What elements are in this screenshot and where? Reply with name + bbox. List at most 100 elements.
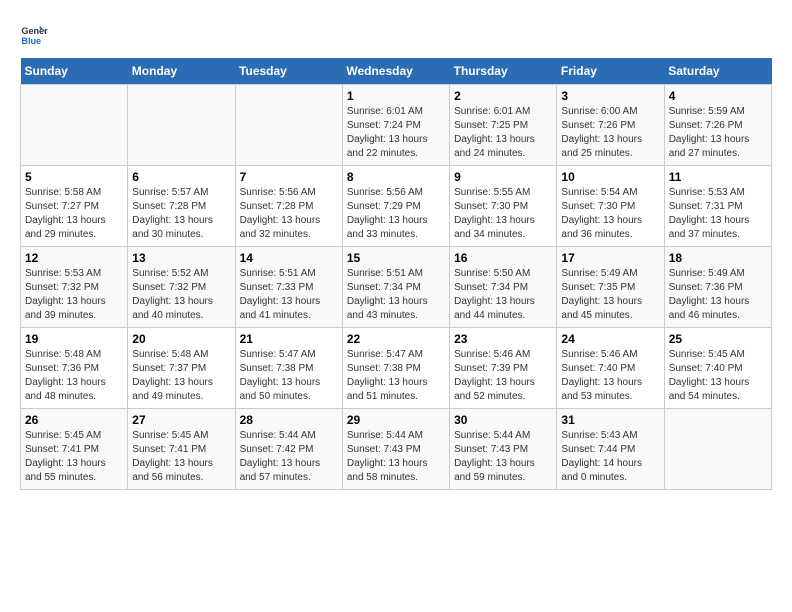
calendar-cell: 11 Sunrise: 5:53 AM Sunset: 7:31 PM Dayli…	[664, 166, 771, 247]
day-info: Sunrise: 5:49 AM Sunset: 7:36 PM Dayligh…	[669, 267, 767, 323]
day-number: 16	[454, 251, 552, 265]
weekday-header-monday: Monday	[128, 58, 235, 85]
day-info: Sunrise: 5:52 AM Sunset: 7:32 PM Dayligh…	[132, 267, 230, 323]
day-number: 8	[347, 170, 445, 184]
calendar-cell: 9Sunrise: 5:55 AM Sunset: 7:30 PM Daylig…	[450, 166, 557, 247]
calendar-cell: 25 Sunrise: 5:45 AM Sunset: 7:40 PM Dayli…	[664, 328, 771, 409]
calendar-cell: 12 Sunrise: 5:53 AM Sunset: 7:32 PM Dayli…	[21, 247, 128, 328]
calendar-cell: 1 Sunrise: 6:01 AM Sunset: 7:24 PM Daylig…	[342, 85, 449, 166]
calendar-cell: 18 Sunrise: 5:49 AM Sunset: 7:36 PM Dayli…	[664, 247, 771, 328]
day-info: Sunrise: 6:01 AM Sunset: 7:24 PM Dayligh…	[347, 105, 445, 161]
day-number: 17	[561, 251, 659, 265]
day-info: Sunrise: 5:45 AM Sunset: 7:40 PM Dayligh…	[669, 348, 767, 404]
calendar-cell: 6Sunrise: 5:57 AM Sunset: 7:28 PM Daylig…	[128, 166, 235, 247]
day-info: Sunrise: 5:44 AM Sunset: 7:42 PM Dayligh…	[240, 429, 338, 485]
calendar-cell: 30 Sunrise: 5:44 AM Sunset: 7:43 PM Dayli…	[450, 409, 557, 490]
day-number: 15	[347, 251, 445, 265]
calendar-cell	[664, 409, 771, 490]
day-info: Sunrise: 5:53 AM Sunset: 7:31 PM Dayligh…	[669, 186, 767, 242]
day-info: Sunrise: 5:56 AM Sunset: 7:28 PM Dayligh…	[240, 186, 338, 242]
day-info: Sunrise: 5:50 AM Sunset: 7:34 PM Dayligh…	[454, 267, 552, 323]
calendar-cell: 23 Sunrise: 5:46 AM Sunset: 7:39 PM Dayli…	[450, 328, 557, 409]
calendar-week-row: 19 Sunrise: 5:48 AM Sunset: 7:36 PM Dayli…	[21, 328, 772, 409]
calendar-week-row: 12 Sunrise: 5:53 AM Sunset: 7:32 PM Dayli…	[21, 247, 772, 328]
calendar-week-row: 5 Sunrise: 5:58 AM Sunset: 7:27 PM Daylig…	[21, 166, 772, 247]
day-info: Sunrise: 5:48 AM Sunset: 7:36 PM Dayligh…	[25, 348, 123, 404]
day-info: Sunrise: 6:00 AM Sunset: 7:26 PM Dayligh…	[561, 105, 659, 161]
day-info: Sunrise: 5:46 AM Sunset: 7:40 PM Dayligh…	[561, 348, 659, 404]
weekday-header-row: SundayMondayTuesdayWednesdayThursdayFrid…	[21, 58, 772, 85]
day-number: 23	[454, 332, 552, 346]
day-info: Sunrise: 5:46 AM Sunset: 7:39 PM Dayligh…	[454, 348, 552, 404]
calendar-cell: 8 Sunrise: 5:56 AM Sunset: 7:29 PM Daylig…	[342, 166, 449, 247]
day-number: 31	[561, 413, 659, 427]
day-number: 18	[669, 251, 767, 265]
day-info: Sunrise: 5:45 AM Sunset: 7:41 PM Dayligh…	[25, 429, 123, 485]
calendar-cell: 27Sunrise: 5:45 AM Sunset: 7:41 PM Dayli…	[128, 409, 235, 490]
day-info: Sunrise: 5:58 AM Sunset: 7:27 PM Dayligh…	[25, 186, 123, 242]
calendar-cell: 7 Sunrise: 5:56 AM Sunset: 7:28 PM Daylig…	[235, 166, 342, 247]
calendar-week-row: 1 Sunrise: 6:01 AM Sunset: 7:24 PM Daylig…	[21, 85, 772, 166]
calendar-cell: 2 Sunrise: 6:01 AM Sunset: 7:25 PM Daylig…	[450, 85, 557, 166]
day-info: Sunrise: 5:43 AM Sunset: 7:44 PM Dayligh…	[561, 429, 659, 485]
day-number: 6	[132, 170, 230, 184]
calendar-cell: 31 Sunrise: 5:43 AM Sunset: 7:44 PM Dayli…	[557, 409, 664, 490]
calendar-cell: 3 Sunrise: 6:00 AM Sunset: 7:26 PM Daylig…	[557, 85, 664, 166]
day-number: 29	[347, 413, 445, 427]
day-number: 28	[240, 413, 338, 427]
day-info: Sunrise: 5:54 AM Sunset: 7:30 PM Dayligh…	[561, 186, 659, 242]
calendar-cell: 20 Sunrise: 5:48 AM Sunset: 7:37 PM Dayli…	[128, 328, 235, 409]
day-info: Sunrise: 6:01 AM Sunset: 7:25 PM Dayligh…	[454, 105, 552, 161]
day-info: Sunrise: 5:51 AM Sunset: 7:34 PM Dayligh…	[347, 267, 445, 323]
day-number: 19	[25, 332, 123, 346]
page-header: General Blue	[20, 20, 772, 48]
day-number: 26	[25, 413, 123, 427]
day-info: Sunrise: 5:47 AM Sunset: 7:38 PM Dayligh…	[240, 348, 338, 404]
day-number: 10	[561, 170, 659, 184]
calendar-cell: 29Sunrise: 5:44 AM Sunset: 7:43 PM Dayli…	[342, 409, 449, 490]
day-number: 5	[25, 170, 123, 184]
calendar-cell: 15 Sunrise: 5:51 AM Sunset: 7:34 PM Dayli…	[342, 247, 449, 328]
day-number: 7	[240, 170, 338, 184]
calendar-cell: 28 Sunrise: 5:44 AM Sunset: 7:42 PM Dayli…	[235, 409, 342, 490]
calendar-cell: 5 Sunrise: 5:58 AM Sunset: 7:27 PM Daylig…	[21, 166, 128, 247]
day-number: 9	[454, 170, 552, 184]
calendar-cell: 24 Sunrise: 5:46 AM Sunset: 7:40 PM Dayli…	[557, 328, 664, 409]
day-number: 1	[347, 89, 445, 103]
day-number: 2	[454, 89, 552, 103]
day-info: Sunrise: 5:53 AM Sunset: 7:32 PM Dayligh…	[25, 267, 123, 323]
calendar-cell: 13Sunrise: 5:52 AM Sunset: 7:32 PM Dayli…	[128, 247, 235, 328]
weekday-header-thursday: Thursday	[450, 58, 557, 85]
day-number: 21	[240, 332, 338, 346]
calendar-cell: 4Sunrise: 5:59 AM Sunset: 7:26 PM Daylig…	[664, 85, 771, 166]
day-info: Sunrise: 5:49 AM Sunset: 7:35 PM Dayligh…	[561, 267, 659, 323]
day-number: 11	[669, 170, 767, 184]
logo-icon: General Blue	[20, 20, 48, 48]
day-info: Sunrise: 5:44 AM Sunset: 7:43 PM Dayligh…	[454, 429, 552, 485]
day-info: Sunrise: 5:59 AM Sunset: 7:26 PM Dayligh…	[669, 105, 767, 161]
day-number: 14	[240, 251, 338, 265]
calendar-week-row: 26 Sunrise: 5:45 AM Sunset: 7:41 PM Dayli…	[21, 409, 772, 490]
calendar-cell	[128, 85, 235, 166]
day-number: 24	[561, 332, 659, 346]
day-info: Sunrise: 5:48 AM Sunset: 7:37 PM Dayligh…	[132, 348, 230, 404]
day-info: Sunrise: 5:56 AM Sunset: 7:29 PM Dayligh…	[347, 186, 445, 242]
calendar-table: SundayMondayTuesdayWednesdayThursdayFrid…	[20, 58, 772, 490]
weekday-header-wednesday: Wednesday	[342, 58, 449, 85]
calendar-cell: 17 Sunrise: 5:49 AM Sunset: 7:35 PM Dayli…	[557, 247, 664, 328]
calendar-cell: 14 Sunrise: 5:51 AM Sunset: 7:33 PM Dayli…	[235, 247, 342, 328]
day-number: 3	[561, 89, 659, 103]
day-info: Sunrise: 5:51 AM Sunset: 7:33 PM Dayligh…	[240, 267, 338, 323]
day-number: 12	[25, 251, 123, 265]
svg-text:Blue: Blue	[21, 36, 41, 46]
weekday-header-friday: Friday	[557, 58, 664, 85]
calendar-cell: 21 Sunrise: 5:47 AM Sunset: 7:38 PM Dayli…	[235, 328, 342, 409]
day-number: 20	[132, 332, 230, 346]
day-number: 25	[669, 332, 767, 346]
weekday-header-tuesday: Tuesday	[235, 58, 342, 85]
day-number: 30	[454, 413, 552, 427]
calendar-cell	[21, 85, 128, 166]
weekday-header-saturday: Saturday	[664, 58, 771, 85]
day-number: 22	[347, 332, 445, 346]
day-number: 27	[132, 413, 230, 427]
